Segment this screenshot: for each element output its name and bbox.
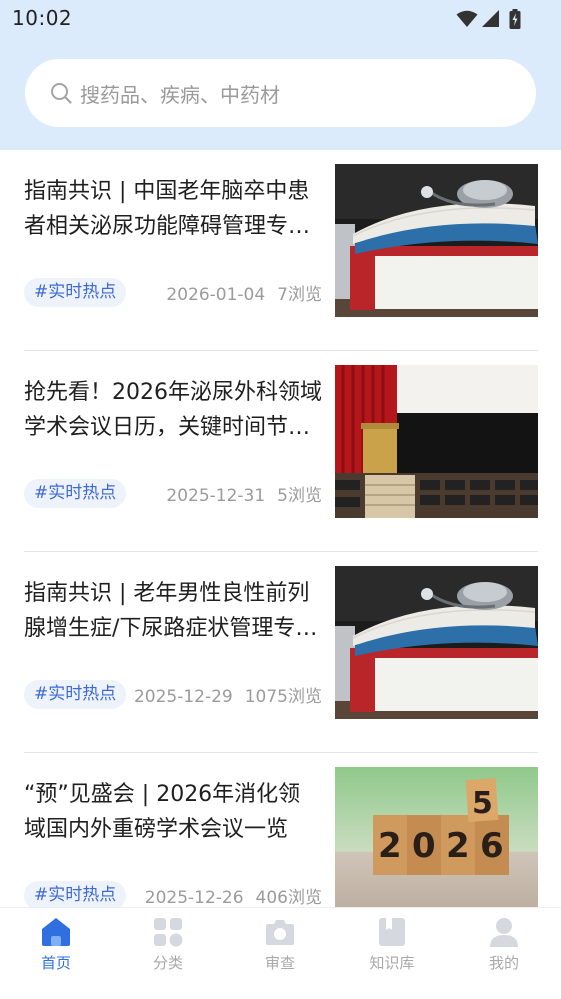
block-digit: 2 [378,826,402,866]
grid-icon [154,918,183,947]
article-tag[interactable]: #实时热点 [24,479,127,508]
user-icon [490,918,518,947]
article-thumbnail-book-stethoscope[interactable] [335,566,538,719]
article-date: 2025-12-29 [133,687,233,707]
book-icon [379,918,405,946]
article-thumbnail-book-stethoscope[interactable] [335,164,538,317]
tab-label: 首页 [40,954,71,972]
battery-icon [509,9,521,29]
header-area: 10:02 搜药品、疾病、中药材 [0,0,561,150]
article-meta: 2025-12-26 406浏览 [145,883,322,907]
article-views: 5浏览 [277,486,322,506]
article-tag[interactable]: #实时热点 [24,278,127,307]
article-meta: 2025-12-31 5浏览 [166,481,322,506]
home-icon [42,918,70,946]
article-card[interactable]: “预”见盛会 | 2026年消化领域国内外重磅学术会议一览 #实时热点 2025… [24,753,538,907]
block-digit: 0 [412,826,436,866]
tab-label: 我的 [488,954,519,972]
search-placeholder: 搜药品、疾病、中药材 [80,82,280,107]
article-title[interactable]: 抢先看！2026年泌尿外科领域学术会议日历，关键时间节点汇总 [24,375,322,445]
article-date: 2025-12-26 [144,888,244,907]
wifi-icon [456,10,478,27]
article-views: 1075浏览 [244,687,322,707]
article-title[interactable]: 指南共识 | 老年男性良性前列腺增生症/下尿路症状管理专家共识 [24,576,322,646]
article-views: 7浏览 [277,285,322,305]
article-thumbnail-wooden-blocks[interactable]: 2 0 2 6 5 [335,767,538,907]
article-tag[interactable]: #实时热点 [24,881,127,907]
article-tag[interactable]: #实时热点 [24,680,127,709]
bottom-tab-bar: 首页 分类 审查 知识库 我的 [0,907,561,999]
search-icon [51,83,72,104]
tab-profile[interactable]: 我的 [448,908,560,999]
tab-home[interactable]: 首页 [0,908,112,999]
tab-knowledge-base[interactable]: 知识库 [336,908,448,999]
status-bar: 10:02 [0,0,561,40]
block-digit: 6 [480,826,504,866]
tab-label: 分类 [152,954,183,972]
block-digit: 2 [446,826,470,866]
article-date: 2025-12-31 [166,486,266,506]
tab-label: 审查 [264,954,295,972]
block-flip-digit: 5 [472,786,493,821]
tab-category[interactable]: 分类 [112,908,224,999]
camera-icon [266,920,294,945]
status-time: 10:02 [12,6,73,30]
tab-label: 知识库 [369,954,415,972]
article-feed[interactable]: 指南共识 | 中国老年脑卒中患者相关泌尿功能障碍管理专家共识 #实时热点 202… [0,150,561,907]
search-bar[interactable]: 搜药品、疾病、中药材 [25,59,536,127]
article-thumbnail-auditorium[interactable] [335,365,538,518]
article-views: 406浏览 [255,888,322,907]
article-title[interactable]: 指南共识 | 中国老年脑卒中患者相关泌尿功能障碍管理专家共识 [24,174,322,244]
article-card[interactable]: 指南共识 | 老年男性良性前列腺增生症/下尿路症状管理专家共识 #实时热点 20… [24,552,538,753]
signal-icon [482,10,499,27]
tab-review[interactable]: 审查 [224,908,336,999]
article-date: 2026-01-04 [166,285,266,305]
article-card[interactable]: 抢先看！2026年泌尿外科领域学术会议日历，关键时间节点汇总 #实时热点 202… [24,351,538,552]
article-meta: 2026-01-04 7浏览 [166,280,322,305]
status-icons [456,9,521,29]
article-card[interactable]: 指南共识 | 中国老年脑卒中患者相关泌尿功能障碍管理专家共识 #实时热点 202… [24,150,538,351]
article-title[interactable]: “预”见盛会 | 2026年消化领域国内外重磅学术会议一览 [24,777,322,847]
article-meta: 2025-12-29 1075浏览 [134,682,322,707]
